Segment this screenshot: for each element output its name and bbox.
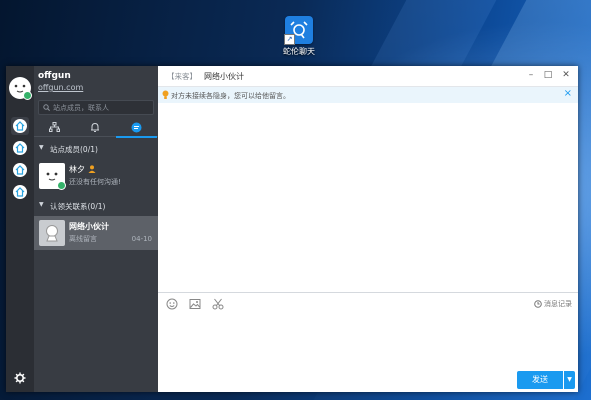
group-header-site-members[interactable]: ▼ 站点成员(0/1) xyxy=(34,141,158,157)
site-switch-4[interactable] xyxy=(11,183,29,201)
clock-icon xyxy=(534,300,542,308)
send-button[interactable]: 发送 xyxy=(517,371,563,389)
scissors-icon[interactable] xyxy=(212,298,224,310)
maximize-button[interactable]: □ xyxy=(542,69,554,81)
contact-item-selected[interactable]: 网络小伙计 离线留言 04-10 xyxy=(34,216,158,250)
chat-title: 网络小伙计 xyxy=(204,72,244,81)
group-label: 认领关联系(0/1) xyxy=(50,202,106,211)
message-input[interactable] xyxy=(164,315,576,371)
contact-item[interactable]: 林夕 还没有任何沟通! xyxy=(34,159,158,193)
emoji-icon[interactable] xyxy=(166,298,178,310)
visitor-tag: 【来客】 xyxy=(167,72,197,81)
user-domain-link[interactable]: offgun.com xyxy=(38,83,83,92)
compose-area: 消息记录 发送 ▼ xyxy=(158,292,578,393)
tab-organization[interactable] xyxy=(34,119,75,136)
image-icon[interactable] xyxy=(189,298,201,310)
chat-titlebar: 【来客】 网络小伙计 – □ ✕ xyxy=(158,66,578,87)
history-label: 消息记录 xyxy=(544,300,572,308)
minimize-button[interactable]: – xyxy=(525,69,537,81)
online-status-badge xyxy=(23,91,32,100)
chat-window: offgun offgun.com ▼ 站点成员(0/1) xyxy=(6,66,578,392)
site-switch-1[interactable] xyxy=(11,117,29,135)
bell-icon xyxy=(91,122,99,132)
site-switch-3[interactable] xyxy=(11,161,29,179)
contact-avatar xyxy=(39,220,65,246)
tab-notifications[interactable] xyxy=(75,119,116,136)
contact-name: 林夕 xyxy=(69,165,85,174)
chat-panel: 【来客】 网络小伙计 – □ ✕ 对方未接续各隐身，您可以给他留言。 × 消息记… xyxy=(158,66,578,392)
chat-app-icon: ↗ xyxy=(284,16,313,45)
user-avatar[interactable] xyxy=(9,77,32,100)
chat-bubble-icon xyxy=(131,122,142,133)
person-icon xyxy=(88,165,96,173)
shortcut-arrow-icon: ↗ xyxy=(284,34,295,45)
home-icon xyxy=(13,185,27,199)
contact-status: 还没有任何沟通! xyxy=(69,178,121,186)
search-input[interactable] xyxy=(53,101,149,114)
caret-down-icon: ▼ xyxy=(39,201,44,208)
home-icon xyxy=(13,163,27,177)
caret-down-icon: ▼ xyxy=(39,144,44,151)
online-status-badge xyxy=(57,181,66,190)
search-box xyxy=(38,100,154,115)
home-icon xyxy=(13,141,27,155)
message-area xyxy=(158,103,578,293)
contact-status: 离线留言 xyxy=(69,235,97,243)
user-name: offgun xyxy=(38,71,71,81)
search-icon xyxy=(43,104,50,111)
close-notice-icon[interactable]: × xyxy=(564,88,572,99)
contact-name: 网络小伙计 xyxy=(69,222,109,231)
sidebar-tabs xyxy=(34,119,158,138)
lightbulb-icon xyxy=(162,90,169,99)
desktop-icon-label: 蛇伦聊天 xyxy=(283,47,315,56)
desktop-shortcut[interactable]: ↗ 蛇伦聊天 xyxy=(277,16,321,57)
message-history-link[interactable]: 消息记录 xyxy=(534,299,572,309)
org-chart-icon xyxy=(49,122,60,132)
contact-sidebar: offgun offgun.com ▼ 站点成员(0/1) xyxy=(34,66,158,392)
left-rail xyxy=(6,66,34,392)
tab-messages[interactable] xyxy=(116,119,157,138)
home-icon xyxy=(13,119,27,133)
contact-name-row: 林夕 xyxy=(69,164,96,175)
site-switch-2[interactable] xyxy=(11,139,29,157)
group-header-claimed-contacts[interactable]: ▼ 认领关联系(0/1) xyxy=(34,198,158,214)
close-button[interactable]: ✕ xyxy=(560,69,572,81)
send-options-dropdown[interactable]: ▼ xyxy=(564,371,575,389)
gear-icon[interactable] xyxy=(14,372,26,384)
group-label: 站点成员(0/1) xyxy=(50,145,98,154)
offline-notice-bar: 对方未接续各隐身，您可以给他留言。 × xyxy=(158,87,578,103)
contact-time: 04-10 xyxy=(131,235,152,243)
notice-text: 对方未接续各隐身，您可以给他留言。 xyxy=(171,92,290,100)
contact-avatar xyxy=(39,163,66,190)
